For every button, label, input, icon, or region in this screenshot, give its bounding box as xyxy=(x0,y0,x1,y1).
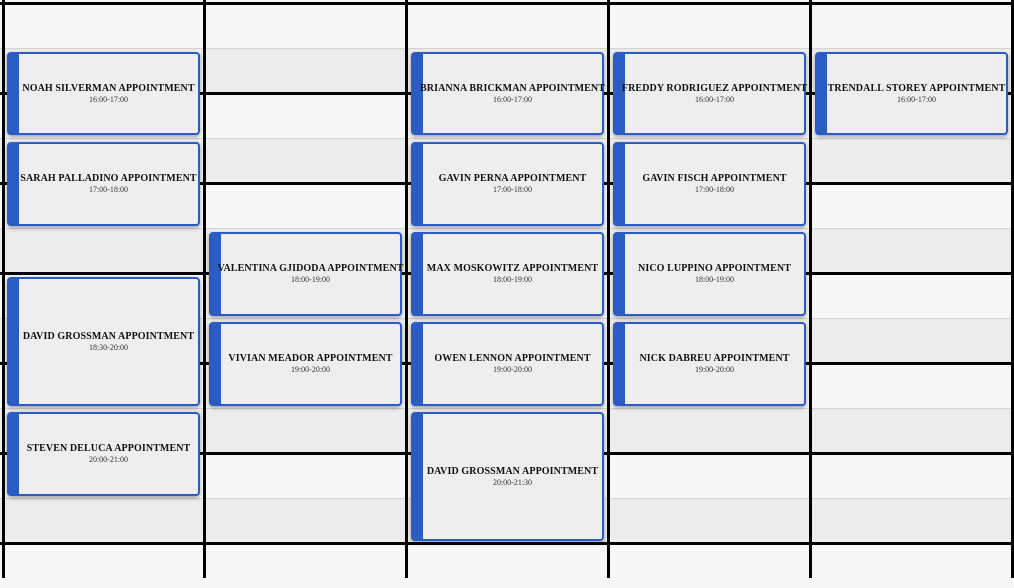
appointment-title: NICO LUPPINO APPOINTMENT xyxy=(638,263,791,274)
appointment-title: FREDDY RODRIGUEZ APPOINTMENT xyxy=(621,82,808,94)
appointment-time: 19:00-20:00 xyxy=(492,365,533,374)
appointment-card[interactable]: BRIANNA BRICKMAN APPOINTMENT 16:00-17:00 xyxy=(411,52,606,135)
appointment-title: GAVIN PERNA APPOINTMENT xyxy=(438,173,587,184)
appointment-title: OWEN LENNON APPOINTMENT xyxy=(434,353,591,364)
appointment-card[interactable]: NOAH SILVERMAN APPOINTMENT 16:00-17:00 xyxy=(7,52,200,135)
half-hour-line xyxy=(0,48,1014,49)
appointment-title: MAX MOSKOWITZ APPOINTMENT xyxy=(426,263,599,274)
appointment-card[interactable]: DAVID GROSSMAN APPOINTMENT 18:30-20:00 xyxy=(7,277,200,406)
appointment-title: BRIANNA BRICKMAN APPOINTMENT xyxy=(419,82,606,94)
appointment-time: 19:00-20:00 xyxy=(694,365,735,374)
half-hour-line xyxy=(0,228,1014,229)
appointment-card[interactable]: NICK DABREU APPOINTMENT 19:00-20:00 xyxy=(613,322,806,406)
appointment-time: 20:00-21:30 xyxy=(492,477,533,487)
hour-line xyxy=(0,2,1014,5)
appointment-card[interactable]: GAVIN FISCH APPOINTMENT 17:00-18:00 xyxy=(613,142,806,226)
appointment-title: DAVID GROSSMAN APPOINTMENT xyxy=(22,330,195,342)
appointment-title: STEVEN DELUCA APPOINTMENT xyxy=(26,443,191,454)
column-divider xyxy=(405,0,408,578)
appointment-card[interactable]: VIVIAN MEADOR APPOINTMENT 19:00-20:00 xyxy=(209,322,402,406)
appointment-time: 18:00-19:00 xyxy=(694,275,735,284)
appointment-time: 20:00-21:00 xyxy=(88,455,129,464)
column-divider xyxy=(809,0,812,578)
appointment-title: NICK DABREU APPOINTMENT xyxy=(639,353,790,364)
half-hour-line xyxy=(0,408,1014,409)
appointment-time: 19:00-20:00 xyxy=(290,365,331,374)
appointment-card[interactable]: FREDDY RODRIGUEZ APPOINTMENT 16:00-17:00 xyxy=(613,52,808,135)
appointment-card[interactable]: MAX MOSKOWITZ APPOINTMENT 18:00-19:00 xyxy=(411,232,604,316)
appointment-card[interactable]: VALENTINA GJIDODA APPOINTMENT 18:00-19:0… xyxy=(209,232,404,316)
column-divider xyxy=(607,0,610,578)
hour-line xyxy=(0,542,1014,545)
appointment-title: GAVIN FISCH APPOINTMENT xyxy=(642,173,787,184)
appointment-time: 17:00-18:00 xyxy=(492,185,533,194)
appointment-card[interactable]: STEVEN DELUCA APPOINTMENT 20:00-21:00 xyxy=(7,412,200,496)
appointment-time: 18:00-19:00 xyxy=(492,275,533,284)
appointment-title: SARAH PALLADINO APPOINTMENT xyxy=(20,173,197,184)
appointment-card[interactable]: TRENDALL STOREY APPOINTMENT 16:00-17:00 xyxy=(815,52,1008,135)
appointment-card[interactable]: DAVID GROSSMAN APPOINTMENT 20:00-21:30 xyxy=(411,412,604,541)
column-divider xyxy=(203,0,206,578)
appointment-card[interactable]: OWEN LENNON APPOINTMENT 19:00-20:00 xyxy=(411,322,604,406)
column-divider xyxy=(2,0,5,578)
appointment-title: VIVIAN MEADOR APPOINTMENT xyxy=(228,353,393,364)
appointment-time: 16:00-17:00 xyxy=(492,94,533,104)
appointment-time: 16:00-17:00 xyxy=(694,94,735,104)
half-hour-line xyxy=(0,138,1014,139)
appointment-card[interactable]: GAVIN PERNA APPOINTMENT 17:00-18:00 xyxy=(411,142,604,226)
appointment-time: 16:00-17:00 xyxy=(88,94,129,104)
appointment-time: 18:30-20:00 xyxy=(88,342,129,352)
appointment-title: DAVID GROSSMAN APPOINTMENT xyxy=(426,465,599,477)
appointment-card[interactable]: SARAH PALLADINO APPOINTMENT 17:00-18:00 xyxy=(7,142,200,226)
appointment-title: VALENTINA GJIDODA APPOINTMENT xyxy=(217,263,404,274)
appointment-time: 16:00-17:00 xyxy=(896,94,937,104)
appointment-title: NOAH SILVERMAN APPOINTMENT xyxy=(22,82,195,94)
appointment-title: TRENDALL STOREY APPOINTMENT xyxy=(827,82,1006,94)
appointment-time: 18:00-19:00 xyxy=(290,275,331,284)
appointment-time: 17:00-18:00 xyxy=(88,185,129,194)
appointment-time: 17:00-18:00 xyxy=(694,185,735,194)
appointment-card[interactable]: NICO LUPPINO APPOINTMENT 18:00-19:00 xyxy=(613,232,806,316)
